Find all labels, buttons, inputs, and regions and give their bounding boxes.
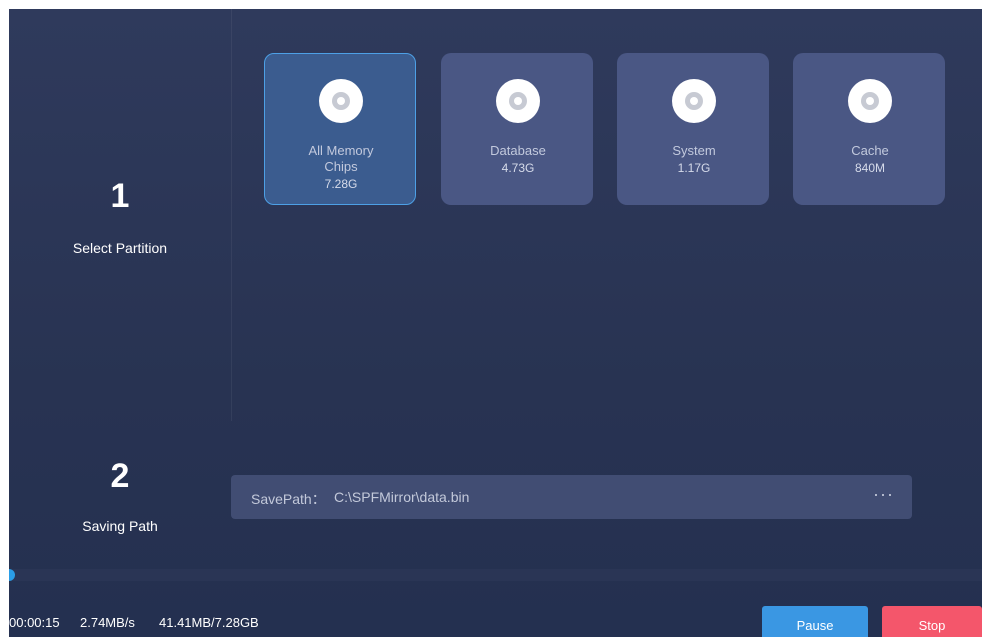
disc-icon (848, 79, 892, 123)
step-2-number: 2 (110, 457, 130, 495)
partition-card-all-memory-chips[interactable]: All Memory Chips 7.28G (264, 53, 416, 205)
partition-name: All Memory Chips (308, 143, 374, 174)
step-2-label: Saving Path (82, 518, 158, 534)
step-1-number: 1 (110, 177, 130, 215)
disc-icon (672, 79, 716, 123)
partition-card-system[interactable]: System 1.17G (617, 53, 769, 205)
step-column: 1 Select Partition (9, 9, 232, 421)
partition-name: Database (490, 143, 546, 158)
browse-more-icon[interactable]: ··· (873, 484, 894, 505)
partition-card-cache[interactable]: Cache 840M (793, 53, 945, 205)
progress-bar (9, 569, 982, 581)
partition-card-database[interactable]: Database 4.73G (441, 53, 593, 205)
pause-button[interactable]: Pause (762, 606, 868, 637)
disc-icon (319, 79, 363, 123)
partition-name: Cache (851, 143, 889, 158)
save-path-value: C:\SPFMirror\data.bin (334, 489, 470, 505)
elapsed-time: 00:00:15 (9, 615, 60, 630)
disc-icon (496, 79, 540, 123)
partition-size: 840M (854, 161, 886, 175)
transfer-speed: 2.74MB/s (80, 615, 135, 630)
save-path-label: SavePath： (251, 491, 326, 507)
partition-size: 4.73G (501, 161, 535, 175)
partition-size: 1.17G (677, 161, 711, 175)
save-path-field[interactable]: SavePath： C:\SPFMirror\data.bin ··· (231, 475, 912, 519)
app-window: 1 Select Partition All Memory Chips 7.28… (9, 9, 982, 637)
progress-fill (9, 569, 15, 581)
step-1-label: Select Partition (72, 240, 168, 256)
partition-name: System (672, 143, 716, 158)
transferred-amount: 41.41MB/7.28GB (159, 615, 259, 630)
stop-button[interactable]: Stop (882, 606, 982, 637)
partition-size: 7.28G (324, 177, 358, 191)
